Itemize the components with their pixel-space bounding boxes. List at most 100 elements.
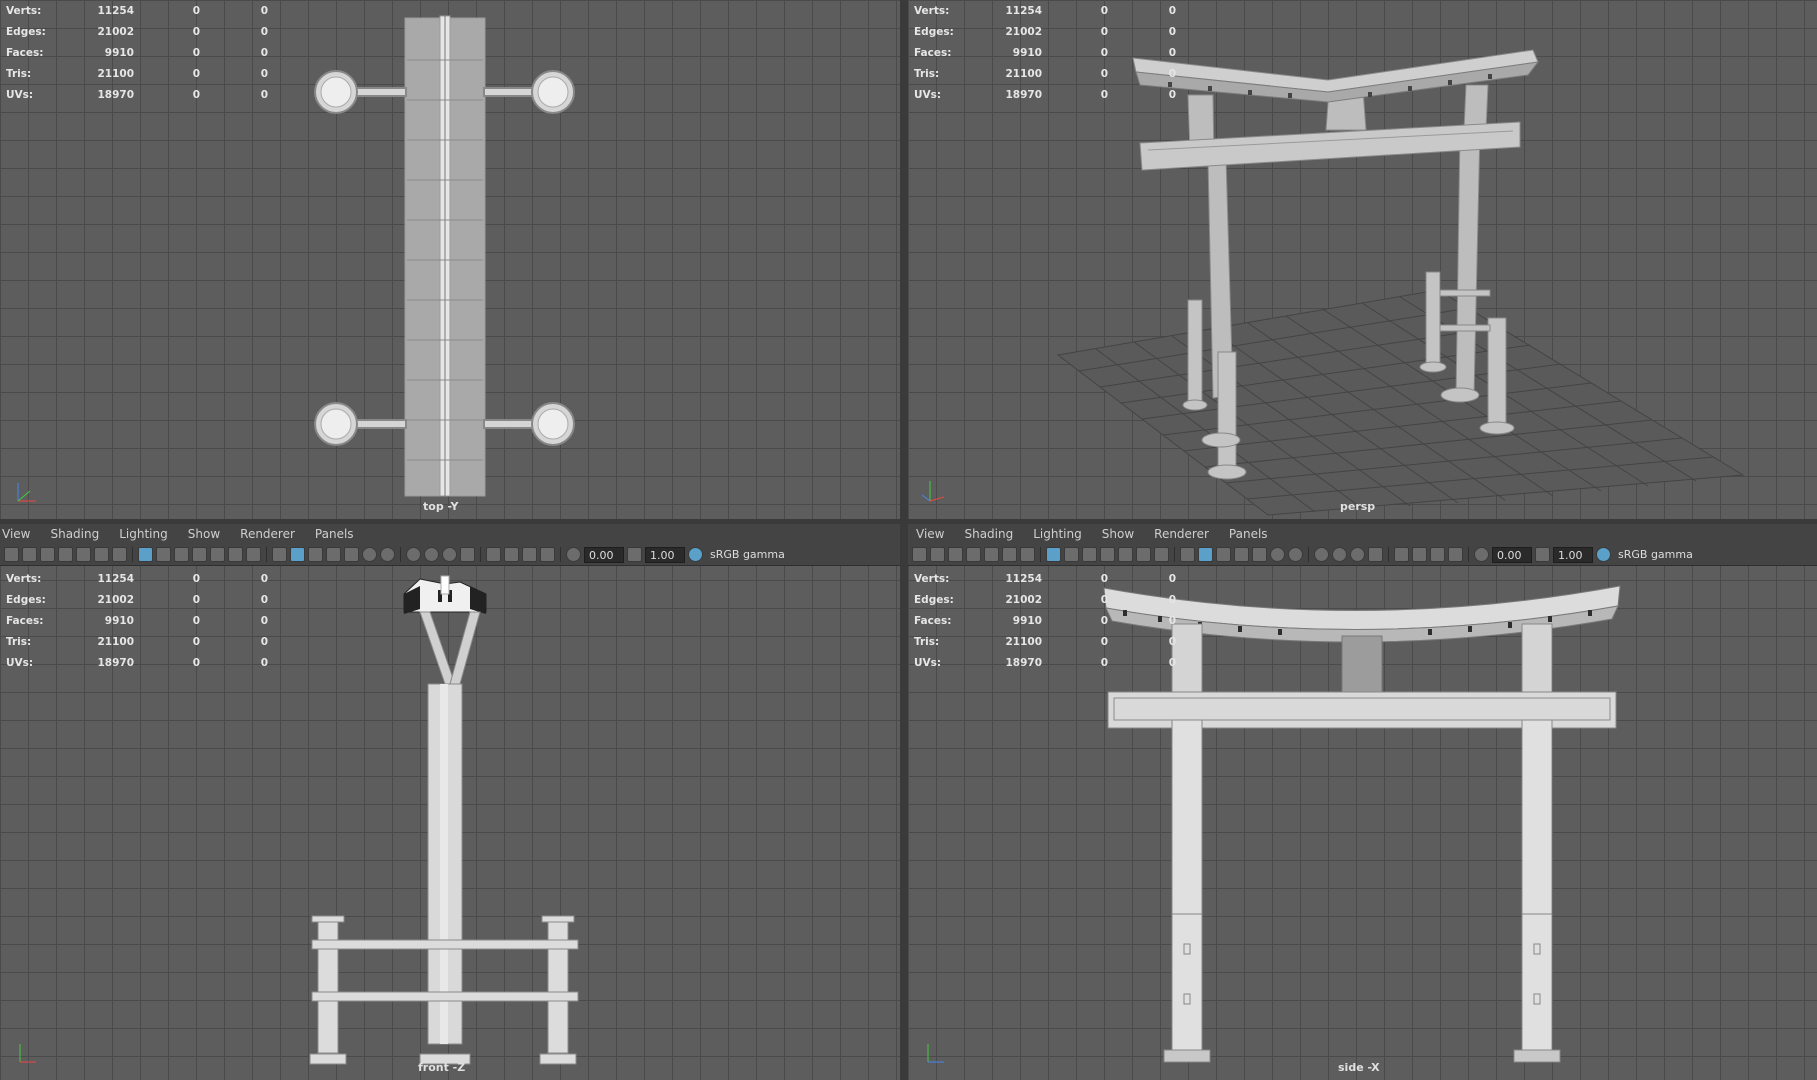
shadows-icon[interactable] [1288, 547, 1303, 562]
isolate-select-icon[interactable] [1394, 547, 1409, 562]
exposure-icon[interactable] [1474, 547, 1489, 562]
shaded-cube-icon[interactable] [1198, 547, 1213, 562]
xray-joints-icon[interactable] [1448, 547, 1463, 562]
viewport-persp[interactable]: Verts: 11254 0 0 Edges: 21002 0 0 Faces: 9910 0 0… [908, 0, 1817, 519]
grid-toggle-icon[interactable] [138, 547, 153, 562]
gate-mask-icon[interactable] [192, 547, 207, 562]
light-bulb-icon[interactable] [362, 547, 377, 562]
gate-mask-icon[interactable] [1100, 547, 1115, 562]
menu-panels[interactable]: Panels [1219, 527, 1278, 541]
ambient-occlusion-icon[interactable] [1314, 547, 1329, 562]
toolbar-separator [480, 547, 481, 562]
color-space-label[interactable]: sRGB gamma [710, 548, 785, 561]
color-management-icon[interactable] [1596, 547, 1611, 562]
viewport-top[interactable]: Verts: 11254 0 0 Edges: 21002 0 0 Faces: 9910 0 0… [0, 0, 900, 519]
viewport-front[interactable]: View Shading Lighting Show Renderer Pane… [0, 524, 900, 1080]
anti-aliasing-icon[interactable] [442, 547, 457, 562]
safe-action-icon[interactable] [1136, 547, 1151, 562]
color-management-icon[interactable] [688, 547, 703, 562]
wireframe-icon[interactable] [272, 547, 287, 562]
isolate-select-icon[interactable] [486, 547, 501, 562]
axis-gizmo-icon [927, 1044, 944, 1063]
use-all-lights-icon[interactable] [1252, 547, 1267, 562]
xray-active-icon[interactable] [522, 547, 537, 562]
color-space-label[interactable]: sRGB gamma [1618, 548, 1693, 561]
menu-show[interactable]: Show [1092, 527, 1144, 541]
depth-of-field-icon[interactable] [1368, 547, 1383, 562]
exposure-field[interactable]: 0.00 [584, 546, 624, 563]
wireframe-on-shaded-icon[interactable] [308, 547, 323, 562]
hud-row-uvs: UVs: 18970 0 0 [914, 656, 1176, 669]
grease-pencil-icon[interactable] [1020, 547, 1035, 562]
xray-icon[interactable] [504, 547, 519, 562]
pin-icon[interactable] [76, 547, 91, 562]
use-all-lights-icon[interactable] [344, 547, 359, 562]
light-bulb-icon[interactable] [1270, 547, 1285, 562]
safe-title-icon[interactable] [1154, 547, 1169, 562]
gamma-icon[interactable] [1535, 547, 1550, 562]
camera-icon[interactable] [4, 547, 19, 562]
2d-pan-icon[interactable] [1002, 547, 1017, 562]
resolution-gate-icon[interactable] [174, 547, 189, 562]
textured-icon[interactable] [1234, 547, 1249, 562]
camera-icon[interactable] [912, 547, 927, 562]
hud-row-tris: Tris: 21100 0 0 [914, 67, 1176, 80]
menu-renderer[interactable]: Renderer [230, 527, 305, 541]
bookmark-icon[interactable] [40, 547, 55, 562]
hud-row-tris: Tris: 21100 0 0 [914, 635, 1176, 648]
gamma-field[interactable]: 1.00 [1553, 546, 1593, 563]
camera-attributes-icon[interactable] [22, 547, 37, 562]
xray-icon[interactable] [1412, 547, 1427, 562]
menu-shading[interactable]: Shading [40, 527, 109, 541]
exposure-field[interactable]: 0.00 [1492, 546, 1532, 563]
menu-shading[interactable]: Shading [954, 527, 1023, 541]
textured-icon[interactable] [326, 547, 341, 562]
field-chart-icon[interactable] [1118, 547, 1133, 562]
poly-count-hud: Verts: 11254 0 0 Edges: 21002 0 0 Faces: 9910 0 0… [6, 0, 268, 105]
grid-toggle-icon[interactable] [1046, 547, 1061, 562]
camera-attributes-icon[interactable] [930, 547, 945, 562]
safe-title-icon[interactable] [246, 547, 261, 562]
wireframe-icon[interactable] [1180, 547, 1195, 562]
viewport-side[interactable]: View Shading Lighting Show Renderer Pane… [908, 524, 1817, 1080]
hud-row-tris: Tris: 21100 0 0 [6, 635, 268, 648]
viewport-menubar: View Shading Lighting Show Renderer Pane… [0, 524, 900, 544]
viewport-divider-vertical[interactable] [900, 0, 908, 1080]
film-gate-icon[interactable] [156, 547, 171, 562]
field-chart-icon[interactable] [210, 547, 225, 562]
depth-of-field-icon[interactable] [460, 547, 475, 562]
menu-panels[interactable]: Panels [305, 527, 364, 541]
shaded-cube-icon[interactable] [290, 547, 305, 562]
menu-lighting[interactable]: Lighting [109, 527, 178, 541]
2d-pan-icon[interactable] [94, 547, 109, 562]
resolution-gate-icon[interactable] [1082, 547, 1097, 562]
pin-icon[interactable] [984, 547, 999, 562]
motion-blur-icon[interactable] [424, 547, 439, 562]
hud-row-uvs: UVs: 18970 0 0 [6, 88, 268, 101]
safe-action-icon[interactable] [228, 547, 243, 562]
shadows-icon[interactable] [380, 547, 395, 562]
menu-lighting[interactable]: Lighting [1023, 527, 1092, 541]
exposure-icon[interactable] [566, 547, 581, 562]
motion-blur-icon[interactable] [1332, 547, 1347, 562]
menu-view[interactable]: View [908, 527, 954, 541]
bookmark-icon[interactable] [948, 547, 963, 562]
menu-show[interactable]: Show [178, 527, 230, 541]
toolbar-separator [266, 547, 267, 562]
image-plane-icon[interactable] [58, 547, 73, 562]
toolbar-separator [400, 547, 401, 562]
film-gate-icon[interactable] [1064, 547, 1079, 562]
menu-view[interactable]: View [0, 527, 40, 541]
ambient-occlusion-icon[interactable] [406, 547, 421, 562]
menu-renderer[interactable]: Renderer [1144, 527, 1219, 541]
anti-aliasing-icon[interactable] [1350, 547, 1365, 562]
xray-active-icon[interactable] [1430, 547, 1445, 562]
xray-joints-icon[interactable] [540, 547, 555, 562]
gamma-field[interactable]: 1.00 [645, 546, 685, 563]
gamma-icon[interactable] [627, 547, 642, 562]
wireframe-on-shaded-icon[interactable] [1216, 547, 1231, 562]
image-plane-icon[interactable] [966, 547, 981, 562]
grease-pencil-icon[interactable] [112, 547, 127, 562]
hud-row-tris: Tris: 21100 0 0 [6, 67, 268, 80]
toolbar-separator [1468, 547, 1469, 562]
